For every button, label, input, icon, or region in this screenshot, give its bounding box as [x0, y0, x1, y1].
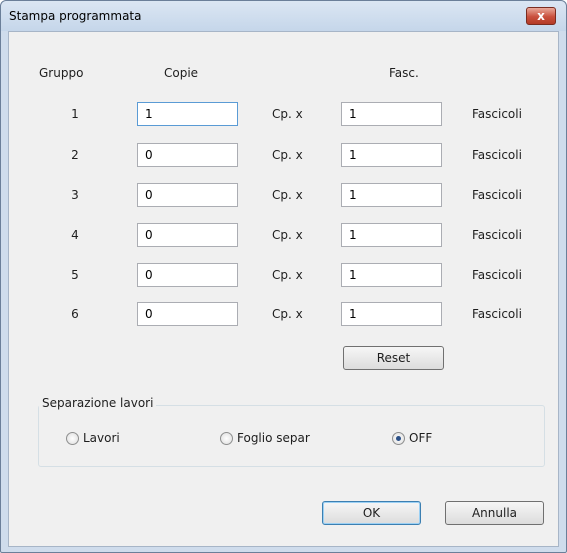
sets-suffix: Fascicoli [472, 268, 522, 282]
copies-input-2[interactable] [137, 143, 238, 167]
reset-button[interactable]: Reset [343, 346, 444, 370]
header-group: Gruppo [39, 66, 84, 80]
radio-off[interactable] [392, 432, 405, 445]
header-sets: Fasc. [389, 66, 419, 80]
copies-input-6[interactable] [137, 302, 238, 326]
group-number: 2 [71, 148, 79, 162]
group-number: 5 [71, 268, 79, 282]
group-number: 3 [71, 188, 79, 202]
radio-lavori[interactable] [66, 432, 79, 445]
sets-suffix: Fascicoli [472, 228, 522, 242]
sets-suffix: Fascicoli [472, 307, 522, 321]
sets-input-3[interactable] [341, 183, 442, 207]
copies-suffix: Cp. x [272, 188, 303, 202]
radio-lavori-label[interactable]: Lavori [83, 431, 120, 445]
radio-foglio-separ[interactable] [220, 432, 233, 445]
cancel-button[interactable]: Annulla [445, 501, 544, 525]
copies-input-4[interactable] [137, 223, 238, 247]
copies-input-1[interactable] [137, 102, 238, 126]
copies-suffix: Cp. x [272, 228, 303, 242]
radio-foglio-separ-label[interactable]: Foglio separ [237, 431, 310, 445]
copies-suffix: Cp. x [272, 107, 303, 121]
copies-input-3[interactable] [137, 183, 238, 207]
dialog-window: Stampa programmata x Gruppo Copie Fasc. … [0, 0, 567, 553]
sets-suffix: Fascicoli [472, 148, 522, 162]
separation-label: Separazione lavori [39, 396, 157, 410]
header-copies: Copie [164, 66, 199, 80]
copies-suffix: Cp. x [272, 307, 303, 321]
sets-input-6[interactable] [341, 302, 442, 326]
group-number: 6 [71, 307, 79, 321]
sets-input-1[interactable] [341, 102, 442, 126]
group-number: 4 [71, 228, 79, 242]
close-button[interactable]: x [526, 7, 556, 25]
ok-button[interactable]: OK [322, 501, 421, 525]
close-icon: x [537, 9, 545, 23]
copies-suffix: Cp. x [272, 268, 303, 282]
sets-input-2[interactable] [341, 143, 442, 167]
radio-off-label[interactable]: OFF [409, 431, 432, 445]
sets-input-5[interactable] [341, 263, 442, 287]
sets-suffix: Fascicoli [472, 107, 522, 121]
window-title: Stampa programmata [9, 9, 142, 23]
dialog-client-area: Gruppo Copie Fasc. 1 Cp. x Fascicoli 2 C… [8, 31, 559, 547]
copies-input-5[interactable] [137, 263, 238, 287]
title-bar[interactable]: Stampa programmata x [1, 1, 566, 31]
sets-input-4[interactable] [341, 223, 442, 247]
sets-suffix: Fascicoli [472, 188, 522, 202]
group-number: 1 [71, 107, 79, 121]
copies-suffix: Cp. x [272, 148, 303, 162]
